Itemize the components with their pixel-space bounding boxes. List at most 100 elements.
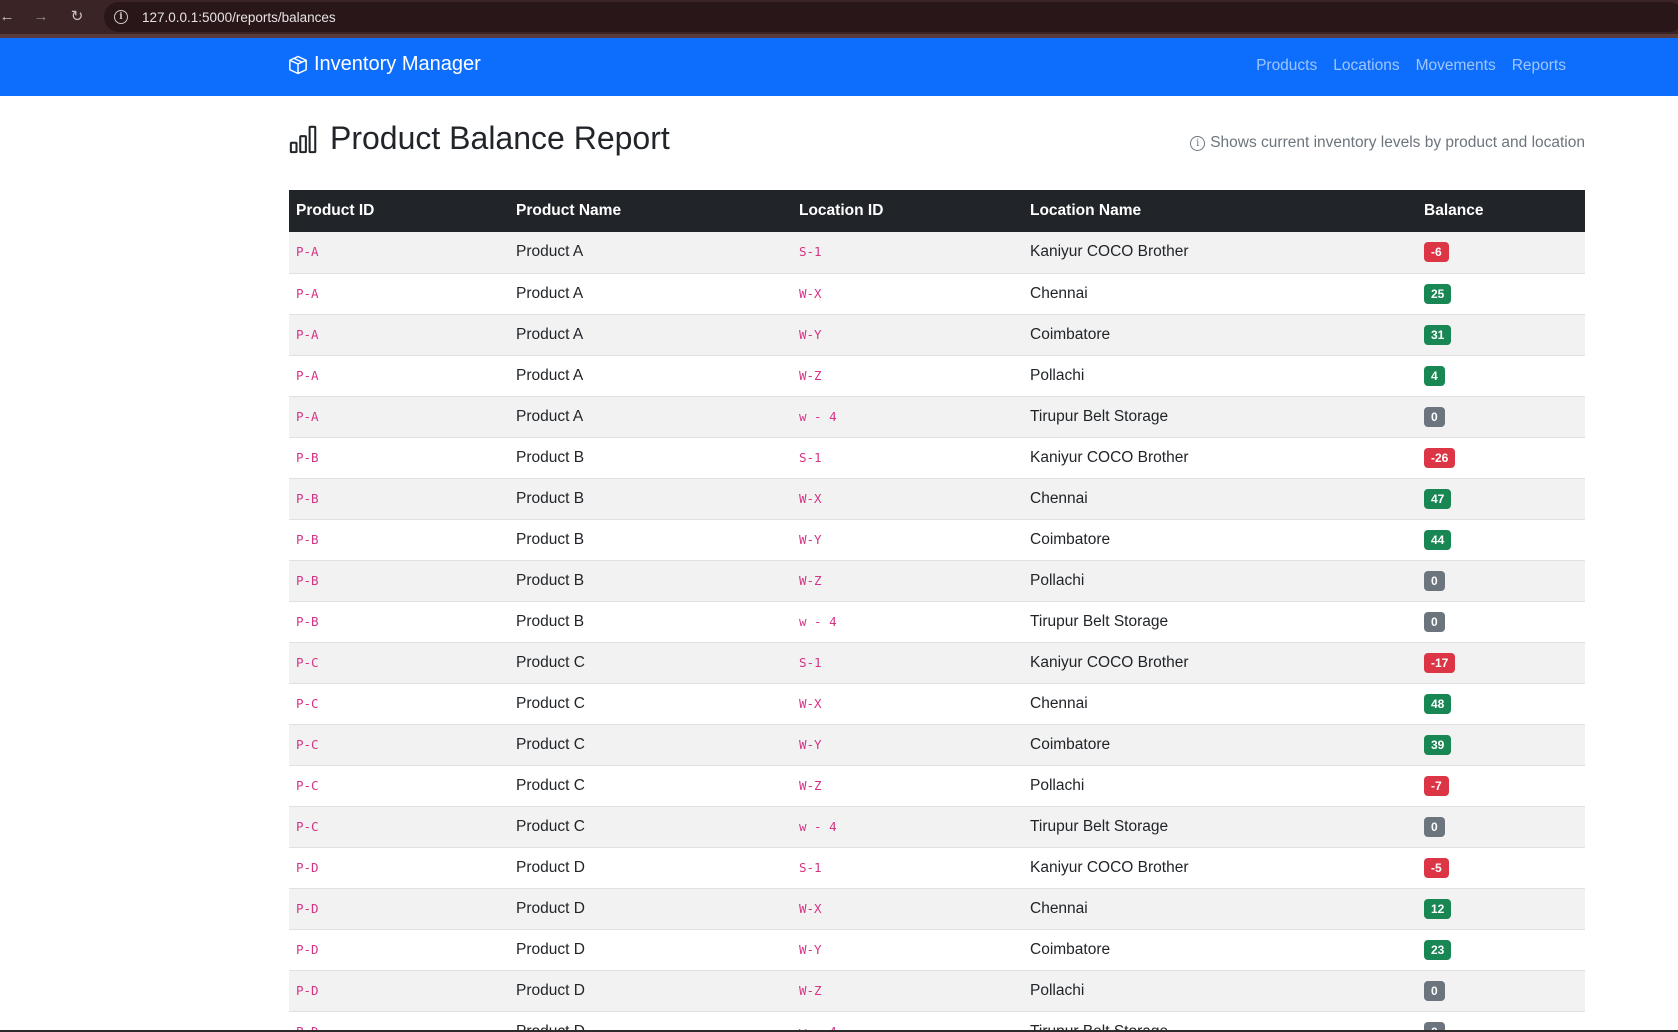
site-info-icon[interactable]: i — [114, 10, 128, 24]
balance-badge: -26 — [1424, 447, 1456, 468]
back-arrow-icon[interactable]: ← — [0, 5, 18, 27]
balance-badge: 23 — [1424, 939, 1452, 960]
balance-badge: 0 — [1424, 980, 1445, 1001]
brand-label: Inventory Manager — [314, 53, 481, 75]
location-id-cell: S-1 — [792, 232, 1023, 273]
product-name-cell: Product B — [516, 571, 585, 589]
product-name-cell: Product C — [516, 776, 585, 794]
product-name-cell: Product D — [516, 1022, 585, 1032]
location-id-code: W-Y — [799, 941, 822, 957]
product-id-cell: P-A — [289, 314, 509, 355]
table-body: P-A Product A S-1 Kaniyur COCO Brother -6 P-A… — [289, 232, 1585, 1032]
table-row: P-A Product A w - 4 Tirupur Belt Storage 0 — [289, 396, 1585, 437]
product-id-cell: P-D — [289, 888, 509, 929]
table-row: P-B Product B W-X Chennai 47 — [289, 478, 1585, 519]
balance-cell: 23 — [1417, 929, 1585, 970]
nav-link-locations[interactable]: Locations — [1333, 57, 1399, 75]
balance-table-container: Product ID Product Name Location ID Loca… — [289, 190, 1585, 1032]
balance-badge: 0 — [1424, 816, 1445, 837]
product-id-cell: P-D — [289, 1011, 509, 1032]
address-bar[interactable]: i 127.0.0.1:5000/reports/balances — [104, 2, 1678, 32]
product-id-code: P-A — [296, 244, 319, 260]
table-row: P-C Product C W-Y Coimbatore 39 — [289, 724, 1585, 765]
reload-icon[interactable]: ↻ — [66, 5, 88, 27]
location-id-code: W-Z — [799, 777, 822, 793]
product-id-code: P-C — [296, 777, 319, 793]
location-id-code: S-1 — [799, 449, 822, 465]
product-name-cell: Product C — [516, 694, 585, 712]
balance-badge: 4 — [1424, 365, 1445, 386]
product-name-cell: Product B — [516, 612, 585, 630]
location-id-code: W-Z — [799, 572, 822, 588]
brand-link[interactable]: Inventory Manager — [288, 53, 481, 76]
column-header-balance: Balance — [1424, 202, 1484, 219]
location-name-cell: Coimbatore — [1030, 735, 1111, 753]
balance-cell: 12 — [1417, 888, 1585, 929]
column-header-product-id: Product ID — [296, 202, 375, 219]
location-name-cell: Tirupur Belt Storage — [1030, 817, 1169, 835]
location-id-code: w - 4 — [799, 818, 837, 834]
product-id-code: P-A — [296, 408, 319, 424]
balance-badge: 0 — [1424, 570, 1445, 591]
balance-cell: 0 — [1417, 601, 1585, 642]
table-row: P-B Product B w - 4 Tirupur Belt Storage 0 — [289, 601, 1585, 642]
product-id-cell: P-A — [289, 355, 509, 396]
location-id-cell: W-X — [792, 888, 1023, 929]
location-id-code: W-Y — [799, 326, 822, 342]
product-name-cell: Product A — [516, 366, 584, 384]
product-id-cell: P-A — [289, 232, 509, 273]
balance-table: Product ID Product Name Location ID Loca… — [289, 190, 1585, 1032]
product-name-cell: Product D — [516, 981, 585, 999]
table-row: P-A Product A S-1 Kaniyur COCO Brother -6 — [289, 232, 1585, 273]
product-id-cell: P-B — [289, 437, 509, 478]
url-text: 127.0.0.1:5000/reports/balances — [142, 9, 336, 25]
nav-link-reports[interactable]: Reports — [1512, 57, 1566, 75]
product-name-cell: Product A — [516, 407, 584, 425]
balance-cell: 0 — [1417, 396, 1585, 437]
location-id-cell: W-Z — [792, 560, 1023, 601]
balance-badge: -6 — [1424, 242, 1449, 263]
balance-cell: 48 — [1417, 683, 1585, 724]
location-name-cell: Pollachi — [1030, 571, 1085, 589]
location-id-cell: w - 4 — [792, 1011, 1023, 1032]
balance-badge: 39 — [1424, 734, 1452, 755]
balance-cell: -7 — [1417, 765, 1585, 806]
balance-badge: 0 — [1424, 611, 1445, 632]
page-title-text: Product Balance Report — [330, 120, 670, 156]
location-id-cell: W-Y — [792, 724, 1023, 765]
product-id-cell: P-D — [289, 929, 509, 970]
nav-link-movements[interactable]: Movements — [1416, 57, 1496, 75]
location-name-cell: Coimbatore — [1030, 325, 1111, 343]
nav-links: Products Locations Movements Reports — [1256, 57, 1566, 75]
location-name-cell: Kaniyur COCO Brother — [1030, 243, 1189, 261]
location-name-cell: Pollachi — [1030, 366, 1085, 384]
balance-cell: -26 — [1417, 437, 1585, 478]
product-id-cell: P-D — [289, 847, 509, 888]
product-name-cell: Product B — [516, 530, 585, 548]
location-id-code: W-X — [799, 285, 822, 301]
location-id-code: W-Y — [799, 531, 822, 547]
forward-arrow-icon[interactable]: → — [30, 5, 52, 27]
product-name-cell: Product C — [516, 817, 585, 835]
location-id-code: W-Y — [799, 736, 822, 752]
product-id-code: P-D — [296, 900, 319, 916]
balance-badge: -5 — [1424, 857, 1449, 878]
balance-badge: 44 — [1424, 529, 1452, 550]
product-name-cell: Product B — [516, 448, 585, 466]
location-id-code: W-X — [799, 900, 822, 916]
location-id-cell: S-1 — [792, 642, 1023, 683]
table-row: P-C Product C S-1 Kaniyur COCO Brother -17 — [289, 642, 1585, 683]
location-name-cell: Coimbatore — [1030, 530, 1111, 548]
balance-cell: 0 — [1417, 1011, 1585, 1032]
location-name-cell: Tirupur Belt Storage — [1030, 407, 1169, 425]
product-id-cell: P-A — [289, 273, 509, 314]
balance-cell: -17 — [1417, 642, 1585, 683]
location-id-cell: S-1 — [792, 847, 1023, 888]
product-id-code: P-D — [296, 982, 319, 998]
balance-cell: 4 — [1417, 355, 1585, 396]
balance-badge: 0 — [1424, 406, 1445, 427]
top-navbar: Inventory Manager Products Locations Mov… — [0, 38, 1678, 96]
location-id-cell: W-Y — [792, 519, 1023, 560]
nav-link-products[interactable]: Products — [1256, 57, 1317, 75]
product-id-cell: P-D — [289, 970, 509, 1011]
